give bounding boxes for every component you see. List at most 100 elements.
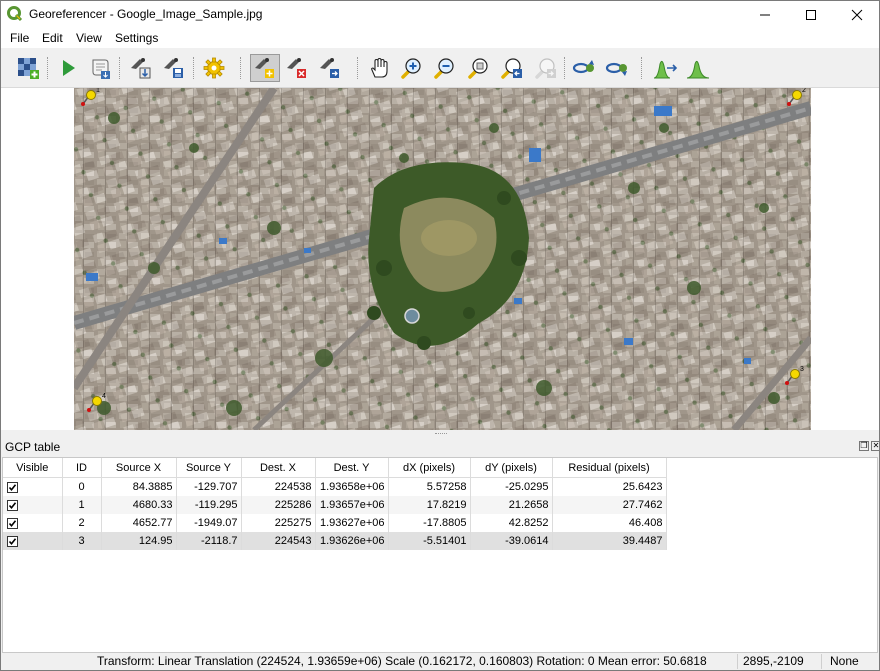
- cell-dest-y[interactable]: 1.93657e+06: [315, 496, 389, 514]
- cell-dest-y[interactable]: 1.93627e+06: [315, 514, 389, 532]
- close-button[interactable]: [834, 1, 879, 28]
- close-icon: [851, 9, 863, 20]
- pan-button[interactable]: [366, 55, 392, 81]
- cell-dx[interactable]: -17.8805: [388, 514, 471, 532]
- maximize-button[interactable]: [788, 1, 834, 28]
- open-raster-button[interactable]: [15, 55, 41, 81]
- link-qgis-to-georef-icon: [605, 62, 627, 76]
- cell-dest-x[interactable]: 224543: [241, 532, 316, 550]
- menu-edit[interactable]: Edit: [42, 31, 63, 45]
- cell-source-y[interactable]: -2118.7: [176, 532, 242, 550]
- cell-source-x[interactable]: 124.95: [101, 532, 177, 550]
- toolbar-separator: [564, 57, 566, 79]
- cell-dx[interactable]: -5.51401: [388, 532, 471, 550]
- full-histogram-stretch-button[interactable]: [652, 55, 678, 81]
- cell-dest-y[interactable]: 1.93626e+06: [315, 532, 389, 550]
- minimize-button[interactable]: [742, 1, 788, 28]
- column-header-dy[interactable]: dY (pixels): [470, 458, 553, 478]
- map-canvas[interactable]: 1 2 3 4: [1, 88, 879, 430]
- visible-checkbox[interactable]: [7, 481, 18, 493]
- cell-source-x[interactable]: 4680.33: [101, 496, 177, 514]
- visible-checkbox-cell[interactable]: [3, 496, 63, 514]
- move-gcp-point-button[interactable]: [317, 55, 343, 81]
- close-panel-button[interactable]: ✕: [871, 441, 879, 451]
- column-header-id[interactable]: ID: [62, 458, 102, 478]
- table-row[interactable]: 0 84.3885 -129.707 224538 1.93658e+06 5.…: [3, 477, 667, 496]
- cell-dest-x[interactable]: 224538: [241, 477, 316, 496]
- gcp-marker-label: 1: [96, 88, 100, 94]
- visible-checkbox-cell[interactable]: [3, 532, 63, 550]
- link-georef-to-qgis-button[interactable]: [572, 55, 598, 81]
- gcp-marker[interactable]: 1: [80, 88, 100, 110]
- start-georeferencing-icon: [63, 60, 75, 76]
- crs-status[interactable]: None: [830, 654, 859, 668]
- local-histogram-stretch-button[interactable]: [685, 55, 711, 81]
- cell-dy[interactable]: -39.0614: [470, 532, 553, 550]
- generate-gdal-script-button[interactable]: [87, 55, 113, 81]
- menu-file[interactable]: File: [10, 31, 29, 45]
- cell-source-y[interactable]: -129.707: [176, 477, 242, 496]
- cell-dy[interactable]: -25.0295: [470, 477, 553, 496]
- cell-source-x[interactable]: 84.3885: [101, 477, 177, 496]
- cell-dx[interactable]: 17.8219: [388, 496, 471, 514]
- zoom-next-button[interactable]: [532, 55, 558, 81]
- toolbar-separator: [357, 57, 359, 79]
- menu-settings[interactable]: Settings: [115, 31, 158, 45]
- zoom-out-icon: [434, 58, 454, 79]
- cell-dx[interactable]: 5.57258: [388, 477, 471, 496]
- load-gcp-points-button[interactable]: [128, 55, 154, 81]
- add-point-button[interactable]: [250, 54, 280, 82]
- visible-checkbox[interactable]: [7, 535, 18, 547]
- zoom-to-layer-button[interactable]: [465, 55, 491, 81]
- cell-source-x[interactable]: 4652.77: [101, 514, 177, 532]
- georeferencer-window: Georeferencer - Google_Image_Sample.jpg …: [0, 0, 880, 671]
- menu-view[interactable]: View: [76, 31, 102, 45]
- zoom-in-button[interactable]: [398, 55, 424, 81]
- cell-source-y[interactable]: -1949.07: [176, 514, 242, 532]
- cell-residual[interactable]: 39.4487: [552, 532, 667, 550]
- cell-dest-y[interactable]: 1.93658e+06: [315, 477, 389, 496]
- column-header-dest-x[interactable]: Dest. X: [241, 458, 316, 478]
- cell-dest-x[interactable]: 225275: [241, 514, 316, 532]
- column-header-dx[interactable]: dX (pixels): [388, 458, 471, 478]
- column-header-dest-y[interactable]: Dest. Y: [315, 458, 389, 478]
- column-header-source-x[interactable]: Source X: [101, 458, 177, 478]
- table-row[interactable]: 2 4652.77 -1949.07 225275 1.93627e+06 -1…: [3, 514, 667, 532]
- cell-dy[interactable]: 42.8252: [470, 514, 553, 532]
- float-panel-button[interactable]: ❐: [859, 441, 869, 451]
- cell-residual[interactable]: 27.7462: [552, 496, 667, 514]
- toolbar-separator: [193, 57, 195, 79]
- save-gcp-points-icon: [164, 58, 183, 78]
- cell-id[interactable]: 2: [62, 514, 102, 532]
- cell-residual[interactable]: 46.408: [552, 514, 667, 532]
- start-georeferencing-button[interactable]: [55, 55, 81, 81]
- table-row[interactable]: 1 4680.33 -119.295 225286 1.93657e+06 17…: [3, 496, 667, 514]
- cell-id[interactable]: 3: [62, 532, 102, 550]
- delete-point-button[interactable]: [284, 55, 310, 81]
- cell-id[interactable]: 1: [62, 496, 102, 514]
- zoom-out-button[interactable]: [431, 55, 457, 81]
- visible-checkbox[interactable]: [7, 499, 18, 511]
- zoom-last-button[interactable]: [498, 55, 524, 81]
- gcp-panel-title: GCP table: [5, 440, 61, 454]
- link-qgis-to-georef-button[interactable]: [605, 55, 631, 81]
- panel-splitter[interactable]: [1, 430, 879, 438]
- cell-dy[interactable]: 21.2658: [470, 496, 553, 514]
- gcp-marker[interactable]: 2: [786, 88, 806, 110]
- transformation-settings-button[interactable]: [201, 55, 227, 81]
- column-header-visible[interactable]: Visible: [3, 458, 63, 478]
- column-header-residual[interactable]: Residual (pixels): [552, 458, 667, 478]
- gcp-marker[interactable]: 3: [784, 366, 804, 389]
- gcp-marker[interactable]: 4: [86, 393, 106, 416]
- visible-checkbox-cell[interactable]: [3, 514, 63, 532]
- cell-residual[interactable]: 25.6423: [552, 477, 667, 496]
- table-row[interactable]: 3 124.95 -2118.7 224543 1.93626e+06 -5.5…: [3, 532, 667, 550]
- save-gcp-points-button[interactable]: [161, 55, 187, 81]
- visible-checkbox-cell[interactable]: [3, 477, 63, 496]
- cell-dest-x[interactable]: 225286: [241, 496, 316, 514]
- cell-id[interactable]: 0: [62, 477, 102, 496]
- visible-checkbox[interactable]: [7, 517, 18, 529]
- satellite-raster-image[interactable]: 1 2 3 4: [74, 88, 811, 430]
- column-header-source-y[interactable]: Source Y: [176, 458, 242, 478]
- cell-source-y[interactable]: -119.295: [176, 496, 242, 514]
